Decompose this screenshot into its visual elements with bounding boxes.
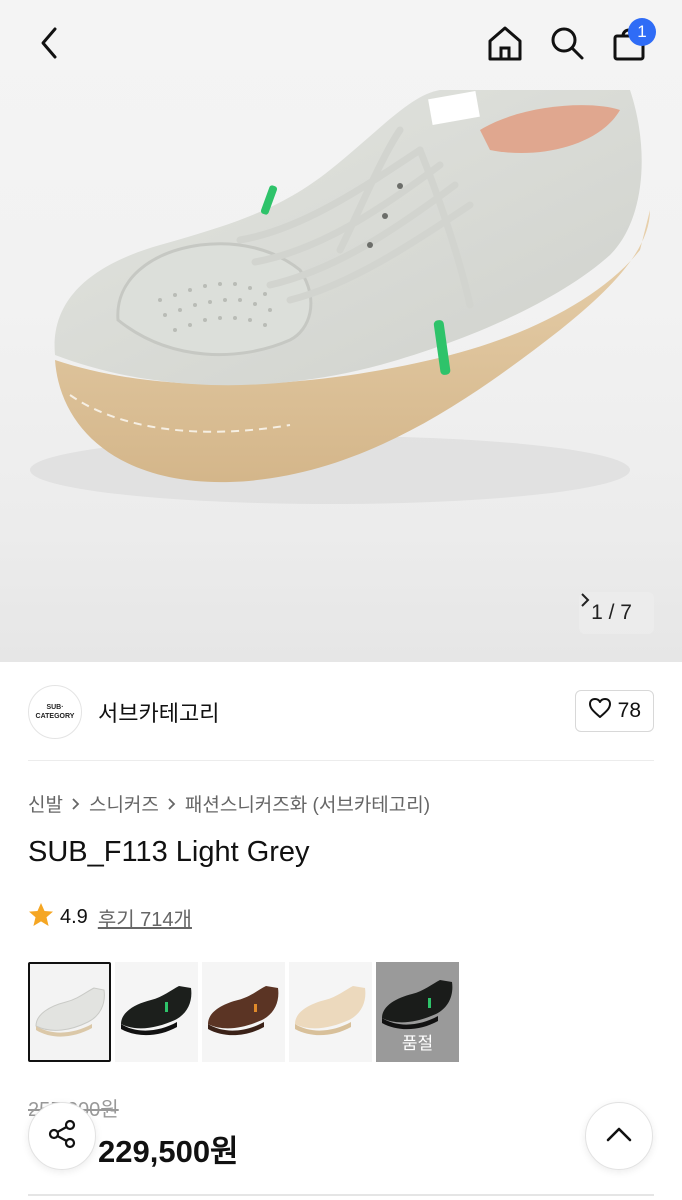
chevron-left-icon [39, 26, 59, 65]
sold-out-label: 품절 [401, 1034, 434, 1053]
cart-count-badge: 1 [628, 18, 656, 46]
sale-price: 229,500원 [98, 1134, 239, 1169]
brand-name[interactable]: 서브카테고리 [98, 696, 219, 728]
rating-row: 4.9 후기 714개 [28, 902, 192, 933]
brand-logo-line2: CATEGORY [35, 713, 75, 720]
top-navigation-bar: 1 [0, 0, 682, 90]
breadcrumb-item-sneakers[interactable]: 스니커즈 [89, 790, 159, 817]
rating-score: 4.9 [60, 906, 88, 928]
shoe-thumbnail [121, 986, 192, 1036]
variant-thumb-light-grey[interactable] [28, 962, 111, 1062]
cart-button[interactable]: 1 [606, 18, 656, 68]
back-button[interactable] [26, 22, 72, 68]
brand-logo[interactable]: SUB· CATEGORY [28, 685, 82, 739]
variant-thumb-black-green-soldout[interactable]: 품절 [376, 962, 459, 1062]
home-button[interactable] [482, 22, 528, 68]
shoe-thumbnail [208, 986, 279, 1036]
product-title: SUB_F113 Light Grey [28, 836, 310, 868]
chevron-right-icon [71, 797, 81, 811]
like-count: 78 [617, 699, 641, 722]
star-icon [28, 902, 54, 933]
chevron-right-icon [167, 797, 177, 811]
variant-thumb-black[interactable] [115, 962, 198, 1062]
review-count-link[interactable]: 후기 714개 [98, 903, 192, 932]
color-variant-list: 품절 [28, 962, 459, 1062]
image-page-counter[interactable]: 1 / 7 [579, 592, 654, 634]
like-button[interactable]: 78 [574, 690, 654, 732]
bottom-divider [28, 1194, 654, 1196]
scroll-to-top-button[interactable] [585, 1102, 653, 1170]
share-icon [46, 1118, 78, 1155]
share-button[interactable] [28, 1102, 96, 1170]
image-counter-text: 1 / 7 [591, 601, 632, 624]
shoe-thumbnail [35, 987, 105, 1037]
variant-thumb-brown[interactable] [202, 962, 285, 1062]
shoe-thumbnail [295, 986, 366, 1036]
product-image[interactable]: 1 / 7 [0, 0, 682, 662]
heart-icon [588, 697, 612, 725]
search-icon [549, 25, 585, 66]
divider [28, 760, 654, 761]
breadcrumb-item-fashion-sneakers[interactable]: 패션스니커즈화 (서브카테고리) [185, 790, 430, 817]
brand-row[interactable]: SUB· CATEGORY 서브카테고리 78 [28, 684, 654, 740]
chevron-up-icon [605, 1125, 633, 1148]
variant-thumb-beige[interactable] [289, 962, 372, 1062]
brand-logo-line1: SUB· [46, 704, 64, 711]
search-button[interactable] [544, 22, 590, 68]
sneaker-illustration [30, 90, 650, 504]
breadcrumb: 신발 스니커즈 패션스니커즈화 (서브카테고리) [28, 790, 430, 817]
home-icon [486, 24, 524, 67]
breadcrumb-item-shoes[interactable]: 신발 [28, 790, 63, 817]
